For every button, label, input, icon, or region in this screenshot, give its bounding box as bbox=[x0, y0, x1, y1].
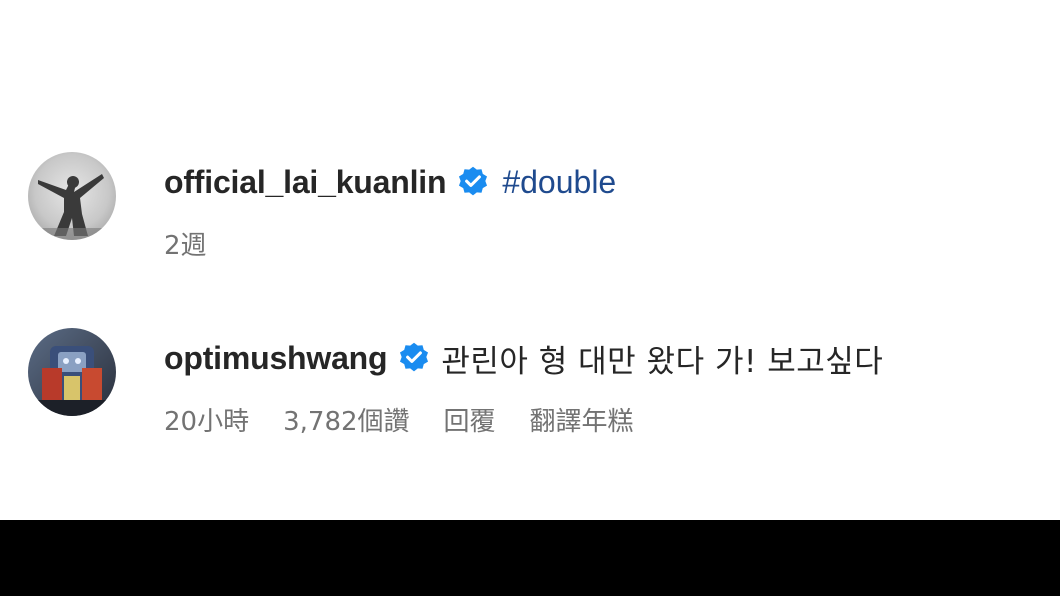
username[interactable]: official_lai_kuanlin bbox=[164, 164, 447, 201]
verified-badge-icon bbox=[397, 341, 431, 375]
verified-badge-icon bbox=[456, 165, 490, 199]
comment-time[interactable]: 2週 bbox=[164, 225, 207, 262]
silhouette-avatar-image bbox=[28, 152, 116, 240]
comment-item: official_lai_kuanlin #double 2週 bbox=[0, 150, 1060, 262]
comment-time[interactable]: 20小時 bbox=[164, 401, 249, 438]
comment-item: optimushwang 관린아 형 대만 왔다 가! 보고싶다 20小時 3,… bbox=[0, 326, 1060, 438]
comment-main-line: optimushwang 관린아 형 대만 왔다 가! 보고싶다 bbox=[164, 334, 883, 382]
robot-avatar-image bbox=[28, 328, 116, 416]
translate-button[interactable]: 翻譯年糕 bbox=[530, 401, 634, 438]
comment-text: 관린아 형 대만 왔다 가! 보고싶다 bbox=[441, 343, 884, 380]
hashtag-link[interactable]: #double bbox=[502, 164, 616, 201]
avatar[interactable] bbox=[28, 328, 116, 416]
comment-main-line: official_lai_kuanlin #double bbox=[164, 158, 616, 206]
avatar[interactable] bbox=[28, 152, 116, 240]
comment-meta: 2週 bbox=[164, 225, 241, 262]
comment-meta: 20小時 3,782個讚 回覆 翻譯年糕 bbox=[164, 401, 668, 438]
username[interactable]: optimushwang bbox=[164, 340, 388, 377]
bottom-black-bar bbox=[0, 520, 1060, 596]
comments-panel: official_lai_kuanlin #double 2週 optimush… bbox=[0, 0, 1060, 520]
reply-button[interactable]: 回覆 bbox=[444, 401, 496, 438]
like-count[interactable]: 3,782個讚 bbox=[283, 401, 409, 438]
